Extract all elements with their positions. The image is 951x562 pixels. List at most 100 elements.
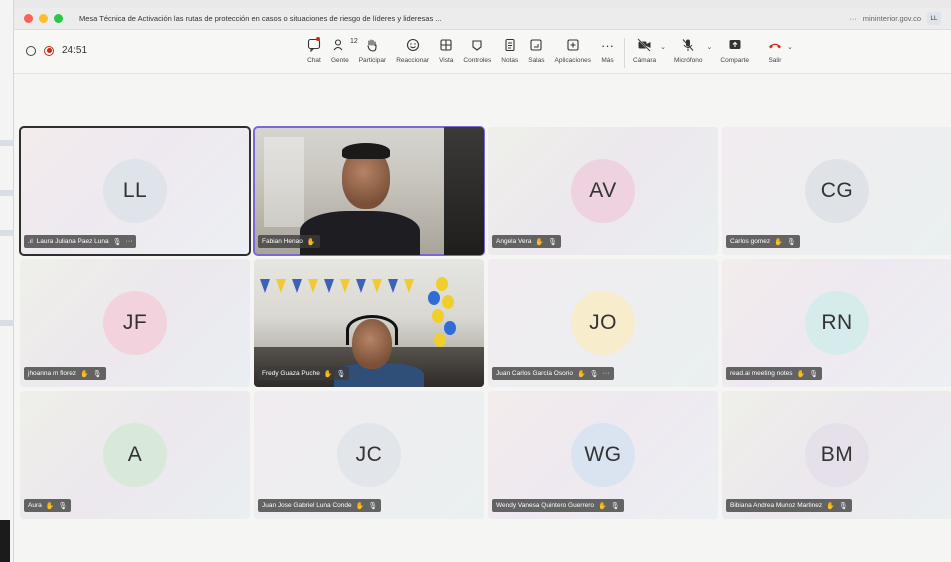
window-controls bbox=[14, 14, 63, 23]
mic-muted-icon: 🎙 bbox=[809, 370, 819, 378]
participant-name: jhoanna m florez bbox=[28, 370, 77, 377]
participant-name: Juan Jose Gabriel Luna Conde bbox=[262, 502, 352, 509]
more-options-button[interactable]: ··· bbox=[849, 14, 857, 23]
mic-muted-icon: 🎙 bbox=[368, 502, 378, 510]
minimize-window-button[interactable] bbox=[39, 14, 48, 23]
participant-avatar: RN bbox=[805, 291, 869, 355]
view-label: Vista bbox=[439, 57, 454, 64]
camera-button[interactable]: Cámara bbox=[633, 35, 656, 64]
apps-label: Aplicaciones bbox=[554, 57, 592, 64]
microphone-off-icon bbox=[681, 35, 695, 55]
participant-tile[interactable]: JF jhoanna m florez ✋ 🎙 bbox=[20, 259, 250, 387]
participant-nameplate: Juan Jose Gabriel Luna Conde ✋ 🎙 bbox=[258, 499, 382, 512]
microphone-button[interactable]: Micrófono bbox=[674, 35, 703, 64]
signal-icon: .ıl bbox=[28, 238, 33, 245]
participant-name: Angela Vera bbox=[496, 238, 532, 245]
participant-avatar: JO bbox=[571, 291, 635, 355]
participant-name: Fabian Henao bbox=[262, 238, 303, 245]
meeting-timer: 24:51 bbox=[62, 45, 88, 56]
participant-tile[interactable]: RN read.ai meeting notes ✋ 🎙 bbox=[722, 259, 951, 387]
apps-button[interactable]: Aplicaciones bbox=[554, 35, 592, 64]
mic-muted-icon: 🎙 bbox=[548, 238, 558, 246]
profile-avatar[interactable]: LL bbox=[927, 12, 941, 25]
participant-tile[interactable]: A Aura ✋ 🎙 bbox=[20, 391, 250, 519]
controls-button[interactable]: Controles bbox=[463, 35, 491, 64]
close-window-button[interactable] bbox=[24, 14, 33, 23]
participant-tile[interactable]: JO Juan Carlos García Osorio ✋ 🎙 ··· bbox=[488, 259, 718, 387]
participant-tile[interactable]: BM Bibiana Andrea Munoz Martinez ✋ 🎙 bbox=[722, 391, 951, 519]
notes-label: Notas bbox=[501, 57, 519, 64]
mic-muted-icon: 🎙 bbox=[589, 370, 599, 378]
grid-view-icon bbox=[439, 35, 453, 55]
hand-icon: ✋ bbox=[535, 238, 545, 246]
more-dots-icon[interactable]: ··· bbox=[125, 238, 132, 245]
leave-button[interactable]: Salir bbox=[767, 35, 783, 64]
mic-muted-icon: 🎙 bbox=[58, 502, 68, 510]
participant-nameplate: Wendy Vanesa Quintero Guerrero ✋ 🎙 bbox=[492, 499, 624, 512]
raise-hand-button[interactable]: Participar bbox=[359, 35, 386, 64]
hand-icon: ✋ bbox=[45, 502, 55, 510]
maximize-window-button[interactable] bbox=[54, 14, 63, 23]
smiley-icon bbox=[406, 35, 420, 55]
rooms-label: Salas bbox=[528, 57, 545, 64]
share-screen-icon bbox=[728, 35, 742, 55]
participant-avatar: JC bbox=[337, 423, 401, 487]
react-button[interactable]: Reaccionar bbox=[396, 35, 429, 64]
teams-meeting-window: Mesa Técnica de Activación las rutas de … bbox=[14, 8, 951, 562]
participant-name: Fredy Guaza Puche bbox=[262, 370, 320, 377]
participant-avatar: LL bbox=[103, 159, 167, 223]
chat-button[interactable]: Chat bbox=[307, 35, 321, 64]
leave-options-chevron-icon[interactable]: ⌄ bbox=[787, 43, 793, 51]
mic-muted-icon: 🎙 bbox=[112, 238, 122, 246]
mic-muted-icon: 🎙 bbox=[610, 502, 620, 510]
participant-nameplate: Aura ✋ 🎙 bbox=[24, 499, 72, 512]
people-icon bbox=[333, 35, 347, 55]
hand-icon: ✋ bbox=[576, 370, 586, 378]
participant-avatar: A bbox=[103, 423, 167, 487]
background-dark-panel bbox=[0, 520, 10, 562]
hand-icon: ✋ bbox=[598, 502, 607, 510]
microphone-options-chevron-icon[interactable]: ⌄ bbox=[707, 43, 713, 51]
view-button[interactable]: Vista bbox=[439, 35, 453, 64]
participant-name: Aura bbox=[28, 502, 42, 509]
screen: Mesa Técnica de Activación las rutas de … bbox=[0, 0, 951, 562]
mic-muted-icon: 🎙 bbox=[838, 502, 848, 510]
controls-label: Controles bbox=[463, 57, 492, 64]
participant-nameplate: read.ai meeting notes ✋ 🎙 bbox=[726, 367, 823, 380]
microphone-label: Micrófono bbox=[674, 57, 703, 64]
chat-label: Chat bbox=[307, 57, 321, 64]
more-button[interactable]: ··· Más bbox=[601, 35, 614, 65]
camera-options-chevron-icon[interactable]: ⌄ bbox=[660, 43, 666, 51]
participant-tile[interactable]: LL .ıl Laura Juliana Paez Luna 🎙 ··· bbox=[19, 126, 251, 256]
participant-avatar: WG bbox=[571, 423, 635, 487]
people-button[interactable]: 12 Gente bbox=[331, 35, 358, 64]
hang-up-icon bbox=[767, 35, 783, 55]
participant-name: read.ai meeting notes bbox=[730, 370, 793, 377]
participant-tile[interactable]: CG Carlos gomez ✋ 🎙 bbox=[722, 127, 951, 255]
hand-icon bbox=[365, 35, 379, 55]
recording-icon bbox=[44, 45, 54, 56]
participant-grid: LL .ıl Laura Juliana Paez Luna 🎙 ··· Fab… bbox=[19, 126, 951, 519]
share-button[interactable]: Comparte bbox=[720, 35, 749, 64]
participant-tile[interactable]: AV Angela Vera ✋ 🎙 bbox=[488, 127, 718, 255]
participant-nameplate: jhoanna m florez ✋ 🎙 bbox=[24, 367, 106, 380]
meeting-status: 24:51 bbox=[26, 45, 87, 56]
rooms-button[interactable]: Salas bbox=[528, 35, 545, 64]
participant-video-tile[interactable]: Fabian Henao ✋ bbox=[253, 126, 485, 256]
more-dots-icon[interactable]: ··· bbox=[603, 370, 610, 377]
mic-muted-icon: 🎙 bbox=[92, 370, 102, 378]
notes-button[interactable]: Notas bbox=[501, 35, 518, 64]
participant-name: Juan Carlos García Osorio bbox=[496, 370, 573, 377]
share-label: Comparte bbox=[720, 57, 749, 64]
participant-video-tile[interactable]: Fredy Guaza Puche ✋ 🎙 bbox=[254, 259, 484, 387]
people-label: Gente bbox=[331, 57, 349, 64]
organization-domain: mininterior.gov.co bbox=[862, 14, 921, 23]
participant-tile[interactable]: WG Wendy Vanesa Quintero Guerrero ✋ 🎙 bbox=[488, 391, 718, 519]
participant-nameplate: Bibiana Andrea Munoz Martinez ✋ 🎙 bbox=[726, 499, 852, 512]
more-label: Más bbox=[601, 57, 614, 64]
participant-tile[interactable]: JC Juan Jose Gabriel Luna Conde ✋ 🎙 bbox=[254, 391, 484, 519]
controls-icon bbox=[470, 35, 484, 55]
hand-icon: ✋ bbox=[306, 238, 316, 246]
participant-avatar: JF bbox=[103, 291, 167, 355]
notes-icon bbox=[503, 35, 517, 55]
